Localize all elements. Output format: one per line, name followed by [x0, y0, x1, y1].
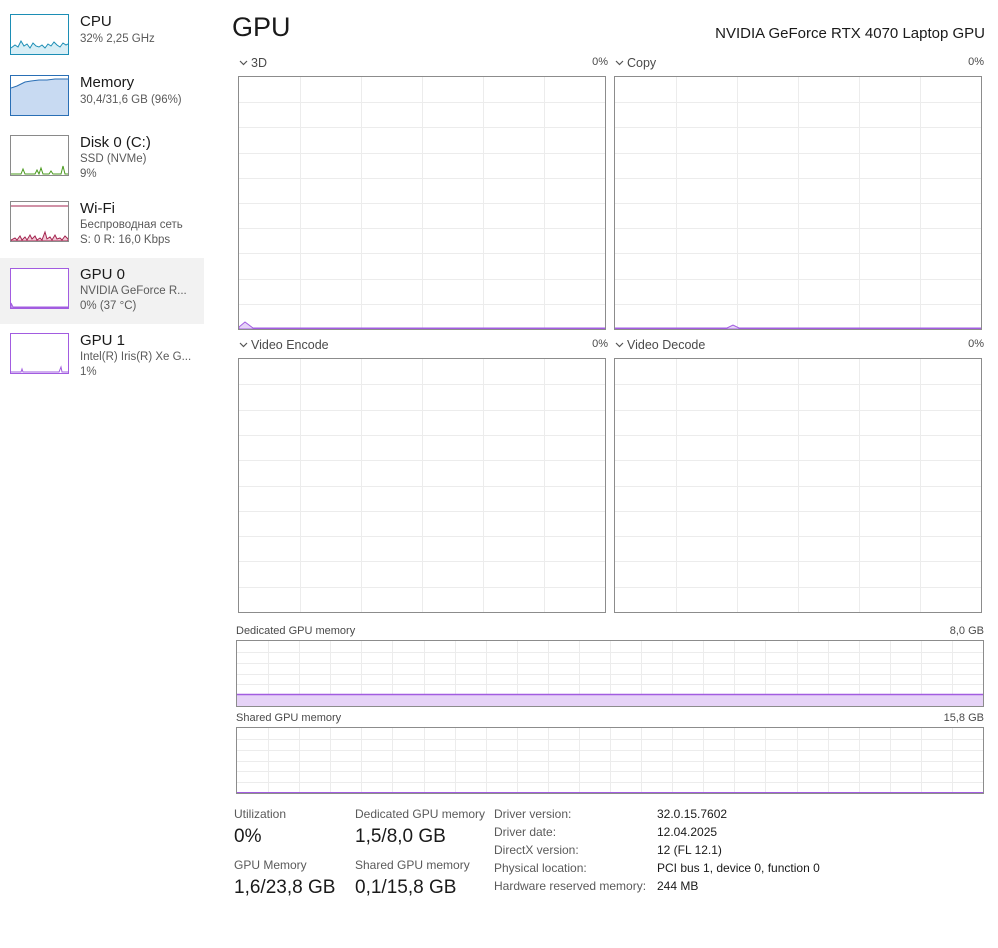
engine-3d-header[interactable]: 3D 0%: [238, 56, 608, 72]
sidebar-item-value: 9%: [80, 168, 97, 180]
shared-memory-plot: [237, 728, 983, 793]
memory-graph-icon: [10, 75, 69, 116]
cpu-graph-icon: [10, 14, 69, 55]
driver-date-label: Driver date:: [494, 825, 557, 839]
sidebar-item-title: CPU: [80, 13, 112, 30]
driver-version-label: Driver version:: [494, 807, 572, 821]
directx-version-value: 12 (FL 12.1): [657, 843, 722, 857]
gpu-memory-value: 1,6/23,8 GB: [234, 877, 336, 898]
dedicated-memory-plot: [237, 641, 983, 706]
engine-3d-label: 3D: [251, 56, 267, 70]
engine-video-decode-label: Video Decode: [627, 338, 706, 352]
wifi-graph-icon: [10, 201, 69, 242]
sidebar-item-title: Wi-Fi: [80, 200, 115, 217]
dedicated-memory-label: Dedicated GPU memory: [236, 625, 356, 637]
engine-video-encode-header[interactable]: Video Encode 0%: [238, 338, 608, 354]
utilization-value: 0%: [234, 826, 262, 847]
chevron-down-icon[interactable]: [238, 338, 249, 352]
page-title: GPU: [232, 12, 291, 42]
sidebar-item-gpu1[interactable]: GPU 1 Intel(R) Iris(R) Xe G... 1%: [0, 324, 204, 390]
sidebar-item-title: GPU 0: [80, 266, 126, 283]
gpu-memory-label: GPU Memory: [234, 858, 307, 872]
sidebar-item-cpu[interactable]: CPU 32% 2,25 GHz: [0, 10, 204, 76]
physical-location-label: Physical location:: [494, 861, 587, 875]
dedicated-memory-max: 8,0 GB: [949, 625, 984, 637]
driver-date-value: 12.04.2025: [657, 825, 718, 839]
engine-copy-graph: [614, 76, 982, 330]
engine-copy-plot: [615, 77, 981, 329]
dedicated-memory-fill: [237, 694, 983, 706]
dedicated-gpu-memory-label: Dedicated GPU memory: [355, 807, 486, 821]
engine-video-encode-plot: [239, 359, 605, 612]
sidebar-item-title: Disk 0 (C:): [80, 134, 151, 151]
shared-memory-max: 15,8 GB: [943, 712, 984, 724]
engine-copy-value: 0%: [968, 56, 984, 68]
shared-gpu-memory-value: 0,1/15,8 GB: [355, 877, 457, 898]
shared-memory-label: Shared GPU memory: [236, 712, 342, 724]
sidebar-item-title: GPU 1: [80, 332, 126, 349]
sidebar-item-value: 1%: [80, 366, 97, 378]
shared-memory-graph: [236, 727, 984, 794]
engine-video-decode-plot: [615, 359, 981, 612]
gpu0-graph-icon: [10, 268, 69, 309]
sidebar-item-title: Memory: [80, 74, 135, 91]
engine-video-decode-graph: [614, 358, 982, 613]
hardware-reserved-memory-label: Hardware reserved memory:: [494, 879, 647, 893]
sidebar-item-subtitle: NVIDIA GeForce R...: [80, 285, 187, 297]
dedicated-memory-graph: [236, 640, 984, 707]
sidebar-item-subtitle: Беспроводная сеть: [80, 219, 183, 231]
physical-location-value: PCI bus 1, device 0, function 0: [657, 861, 820, 875]
shared-gpu-memory-label: Shared GPU memory: [355, 858, 470, 872]
sidebar-item-subtitle: 30,4/31,6 GB (96%): [80, 94, 182, 106]
sidebar-item-disk[interactable]: Disk 0 (C:) SSD (NVMe) 9%: [0, 130, 204, 196]
sidebar-item-gpu0[interactable]: GPU 0 NVIDIA GeForce R... 0% (37 °C): [0, 258, 204, 324]
engine-video-decode-value: 0%: [968, 338, 984, 350]
engine-video-encode-value: 0%: [592, 338, 608, 350]
engine-copy-label: Copy: [627, 56, 657, 70]
chevron-down-icon[interactable]: [238, 56, 249, 70]
dedicated-gpu-memory-value: 1,5/8,0 GB: [355, 826, 446, 847]
engine-video-encode-label: Video Encode: [251, 338, 329, 352]
engine-3d-value: 0%: [592, 56, 608, 68]
engine-3d-plot: [239, 77, 605, 329]
engine-copy-header[interactable]: Copy 0%: [614, 56, 984, 72]
gpu1-graph-icon: [10, 333, 69, 374]
sidebar-item-subtitle: Intel(R) Iris(R) Xe G...: [80, 351, 192, 363]
utilization-label: Utilization: [234, 807, 287, 821]
sidebar-item-value: S: 0 R: 16,0 Kbps: [80, 234, 171, 246]
engine-3d-graph: [238, 76, 606, 330]
driver-version-value: 32.0.15.7602: [657, 807, 728, 821]
directx-version-label: DirectX version:: [494, 843, 579, 857]
sidebar-item-subtitle: 32% 2,25 GHz: [80, 33, 155, 45]
chevron-down-icon[interactable]: [614, 338, 625, 352]
sidebar-item-subtitle: SSD (NVMe): [80, 153, 147, 165]
sidebar-item-value: 0% (37 °C): [80, 300, 137, 312]
chevron-down-icon[interactable]: [614, 56, 625, 70]
sidebar-item-memory[interactable]: Memory 30,4/31,6 GB (96%): [0, 70, 204, 136]
sidebar-item-wifi[interactable]: Wi-Fi Беспроводная сеть S: 0 R: 16,0 Kbp…: [0, 196, 204, 262]
engine-video-encode-graph: [238, 358, 606, 613]
engine-video-decode-header[interactable]: Video Decode 0%: [614, 338, 984, 354]
hardware-reserved-memory-value: 244 MB: [657, 879, 699, 893]
sidebar: CPU 32% 2,25 GHz Memory 30,4/31,6 GB (96…: [0, 0, 204, 948]
disk-graph-icon: [10, 135, 69, 176]
gpu-model-name: NVIDIA GeForce RTX 4070 Laptop GPU: [715, 25, 985, 42]
